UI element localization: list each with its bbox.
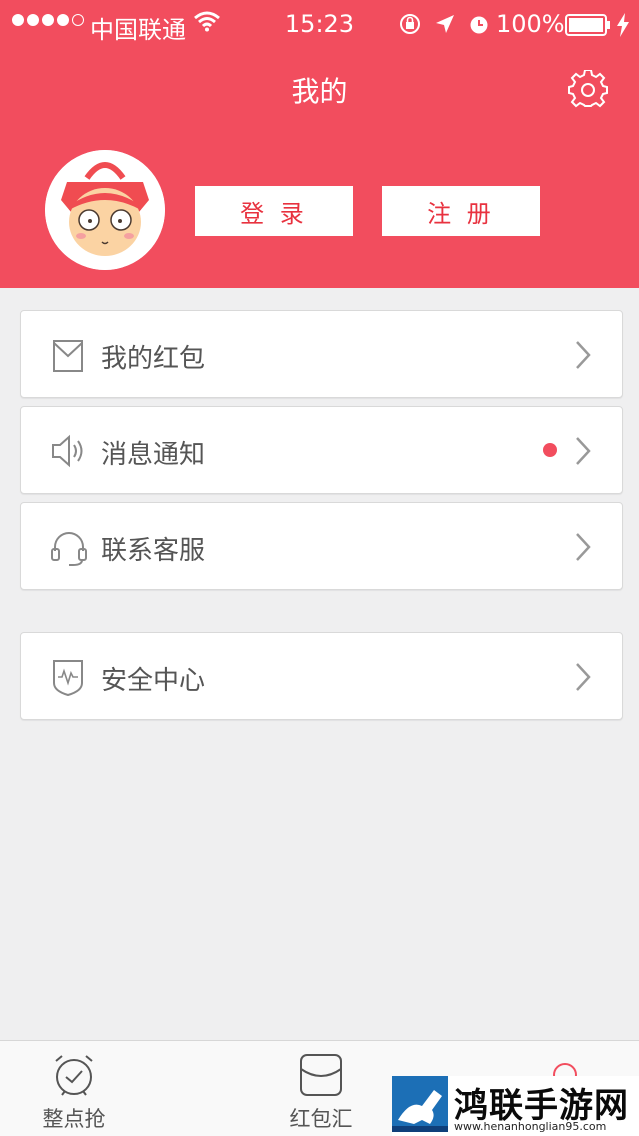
register-button[interactable]: 注 册 xyxy=(382,186,540,236)
avatar[interactable] xyxy=(45,150,165,270)
chevron-right-icon xyxy=(573,531,593,563)
menu-item-my-red-envelopes[interactable]: 我的红包 xyxy=(20,310,623,398)
envelope-icon xyxy=(49,335,89,375)
settings-button[interactable] xyxy=(568,69,608,110)
mascot-avatar-icon xyxy=(45,150,165,270)
gear-icon xyxy=(568,69,608,114)
location-arrow-icon xyxy=(434,13,456,41)
alarm-clock-icon xyxy=(50,1051,98,1103)
page-title: 我的 xyxy=(291,75,348,108)
site-watermark: 鸿联手游网 www.henanhonglian95.com xyxy=(392,1076,639,1136)
chevron-right-icon xyxy=(573,661,593,693)
profile-header: 中国联通 15:23 100% 我的 登 录 注 册 xyxy=(0,0,639,288)
tab-hourly-grab[interactable]: 整点抢 xyxy=(14,1041,134,1136)
rotation-lock-icon xyxy=(398,12,422,42)
battery-icon xyxy=(565,14,611,42)
login-button[interactable]: 登 录 xyxy=(195,186,353,236)
menu-item-notifications[interactable]: 消息通知 xyxy=(20,406,623,494)
menu-item-label: 我的红包 xyxy=(101,344,206,374)
menu-item-customer-service[interactable]: 联系客服 xyxy=(20,502,623,590)
chevron-right-icon xyxy=(573,435,593,467)
menu-item-label: 安全中心 xyxy=(101,666,206,696)
alarm-icon xyxy=(468,13,490,41)
unread-badge xyxy=(543,443,557,457)
shield-icon xyxy=(49,657,89,697)
tab-label: 整点抢 xyxy=(42,1107,106,1131)
chevron-right-icon xyxy=(573,339,593,371)
battery-percent: 100% xyxy=(496,10,565,38)
watermark-url: www.henanhonglian95.com xyxy=(454,1120,607,1133)
menu-item-label: 联系客服 xyxy=(101,536,206,566)
status-bar: 中国联通 15:23 100% xyxy=(0,0,639,50)
tab-red-envelope-hub[interactable]: 红包汇 xyxy=(261,1041,381,1136)
envelope-icon xyxy=(297,1051,345,1103)
headset-icon xyxy=(49,527,89,567)
screen: 中国联通 15:23 100% 我的 登 录 注 册 我的红包 消息通知 联系客… xyxy=(0,0,639,1136)
menu-item-label: 消息通知 xyxy=(101,440,206,470)
status-icons xyxy=(398,12,490,42)
speaker-icon xyxy=(49,431,89,471)
tab-label: 红包汇 xyxy=(289,1107,353,1131)
watermark-logo-icon xyxy=(392,1076,448,1132)
charging-icon xyxy=(616,13,630,43)
menu-item-security-center[interactable]: 安全中心 xyxy=(20,632,623,720)
